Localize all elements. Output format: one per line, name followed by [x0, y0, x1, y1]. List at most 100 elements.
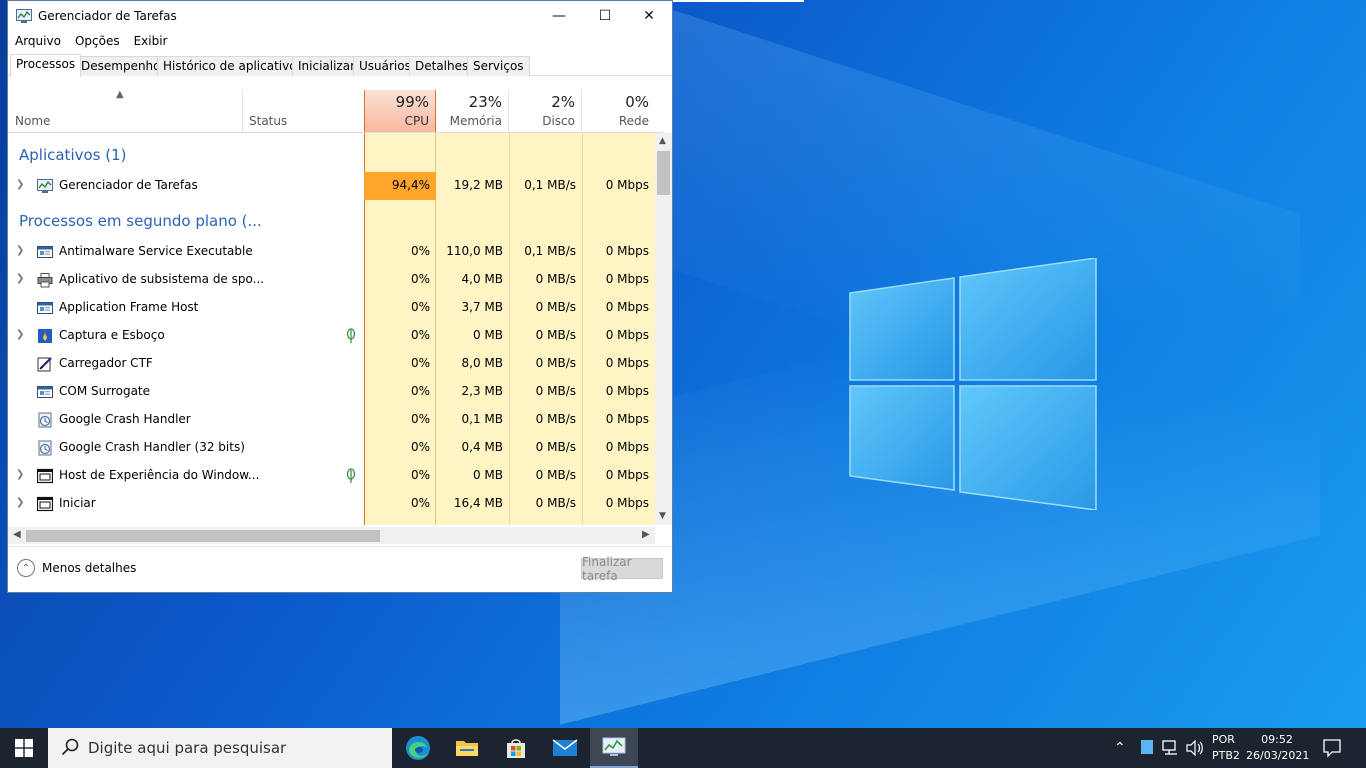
- taskbar-mail[interactable]: [541, 728, 589, 768]
- service-window-icon: [37, 246, 53, 258]
- column-header-memory[interactable]: 23% Memória: [436, 90, 509, 133]
- end-task-button[interactable]: Finalizar tarefa: [581, 555, 663, 583]
- scroll-left-icon[interactable]: ◀: [13, 529, 21, 540]
- tab-detalhes[interactable]: Detalhes: [409, 56, 475, 76]
- process-memory: 110,0 MB: [446, 244, 503, 258]
- process-cpu: 94,4%: [391, 178, 430, 192]
- maximize-button[interactable]: ☐: [582, 1, 628, 31]
- process-row[interactable]: Google Crash Handler 0% 0,1 MB 0 MB/s 0 …: [8, 406, 655, 434]
- task-manager-icon: [37, 179, 53, 193]
- title-bar[interactable]: Gerenciador de Tarefas — ☐ ✕: [8, 1, 672, 31]
- group-header-background[interactable]: Processos em segundo plano (...: [8, 207, 655, 235]
- taskbar-task-manager[interactable]: [590, 728, 638, 768]
- defender-tray-icon[interactable]: [1141, 740, 1153, 754]
- network-icon[interactable]: [1162, 740, 1180, 756]
- process-cpu: 0%: [410, 272, 430, 286]
- column-header-disk[interactable]: 2% Disco: [509, 90, 582, 133]
- process-cpu: 0%: [410, 384, 430, 398]
- menu-exibir[interactable]: Exibir: [127, 32, 175, 52]
- expand-chevron-icon[interactable]: ❯: [16, 273, 24, 284]
- pen-icon: [37, 357, 52, 372]
- column-header-network[interactable]: 0% Rede: [582, 90, 655, 133]
- start-button[interactable]: [0, 728, 48, 768]
- scroll-down-icon[interactable]: ▼: [659, 511, 666, 521]
- close-button[interactable]: ✕: [626, 1, 672, 31]
- network-total-pct: 0%: [625, 93, 649, 111]
- column-header-name[interactable]: Nome: [15, 114, 50, 128]
- tab-historico[interactable]: Histórico de aplicativos: [157, 56, 309, 76]
- disk-label: Disco: [542, 114, 575, 128]
- input-language[interactable]: POR PTB2: [1212, 732, 1240, 764]
- windows-start-icon: [15, 739, 33, 757]
- folder-icon: [456, 741, 478, 756]
- horizontal-scrollbar[interactable]: ◀ ▶: [8, 527, 655, 544]
- process-row[interactable]: Carregador CTF 0% 8,0 MB 0 MB/s 0 Mbps: [8, 350, 655, 378]
- taskbar-edge[interactable]: [394, 728, 442, 768]
- process-disk: 0 MB/s: [535, 412, 576, 426]
- tab-servicos[interactable]: Serviços: [467, 56, 530, 76]
- taskbar-store[interactable]: [492, 728, 540, 768]
- taskbar-clock[interactable]: 09:52 26/03/2021: [1246, 732, 1309, 764]
- search-placeholder: Digite aqui para pesquisar: [88, 739, 287, 757]
- process-row[interactable]: Application Frame Host 0% 3,7 MB 0 MB/s …: [8, 294, 655, 322]
- menu-arquivo[interactable]: Arquivo: [8, 32, 68, 52]
- cpu-total-pct: 99%: [395, 93, 429, 111]
- process-memory: 0,4 MB: [461, 440, 503, 454]
- process-disk: 0 MB/s: [535, 496, 576, 510]
- process-memory: 16,4 MB: [453, 496, 503, 510]
- task-manager-window: Gerenciador de Tarefas — ☐ ✕ Arquivo Opç…: [7, 0, 673, 593]
- scroll-thumb[interactable]: [26, 530, 380, 542]
- language-code: POR: [1212, 733, 1235, 746]
- process-network: 0 Mbps: [605, 440, 649, 454]
- menu-opcoes[interactable]: Opções: [68, 32, 127, 52]
- notification-center-icon[interactable]: [1318, 736, 1346, 760]
- process-row[interactable]: ❯ Host de Experiência do Window... 0% 0 …: [8, 462, 655, 490]
- expand-chevron-icon[interactable]: ❯: [16, 329, 24, 340]
- process-name: Antimalware Service Executable: [59, 244, 253, 258]
- process-network: 0 Mbps: [605, 300, 649, 314]
- memory-total-pct: 23%: [468, 93, 502, 111]
- expand-chevron-icon[interactable]: ❯: [16, 469, 24, 480]
- column-header-status[interactable]: Status: [249, 114, 287, 128]
- tray-show-hidden[interactable]: ⌃: [1114, 728, 1126, 768]
- tab-desempenho[interactable]: Desempenho: [75, 56, 167, 76]
- group-title: Aplicativos (1): [19, 146, 127, 164]
- process-row[interactable]: ❯ Aplicativo de subsistema de spo... 0% …: [8, 266, 655, 294]
- process-name: Carregador CTF: [59, 356, 153, 370]
- column-header-cpu[interactable]: 99% CPU: [364, 90, 436, 133]
- minimize-button[interactable]: —: [536, 1, 582, 31]
- process-cpu: 0%: [410, 496, 430, 510]
- process-memory: 8,0 MB: [461, 356, 503, 370]
- process-row[interactable]: ❯ Gerenciador de Tarefas 94,4% 19,2 MB 0…: [8, 172, 655, 200]
- tab-processos[interactable]: Processos: [10, 54, 82, 77]
- group-header-apps[interactable]: Aplicativos (1): [8, 141, 655, 169]
- scroll-right-icon[interactable]: ▶: [642, 529, 650, 540]
- process-row[interactable]: COM Surrogate 0% 2,3 MB 0 MB/s 0 Mbps: [8, 378, 655, 406]
- process-name: Captura e Esboço: [59, 328, 165, 342]
- maximize-icon: ☐: [598, 8, 612, 24]
- process-row[interactable]: ❯ Captura e Esboço 0% 0 MB 0 MB/s 0 Mbps: [8, 322, 655, 350]
- chevron-up-circle-icon[interactable]: ⌃: [17, 559, 35, 577]
- process-row[interactable]: ❯ Iniciar 0% 16,4 MB 0 MB/s 0 Mbps: [8, 490, 655, 518]
- less-details-link[interactable]: Menos detalhes: [42, 561, 136, 575]
- tab-inicializar[interactable]: Inicializar: [292, 56, 362, 76]
- process-name: Host de Experiência do Window...: [59, 468, 260, 482]
- taskbar-search-box[interactable]: Digite aqui para pesquisar: [48, 728, 392, 768]
- process-row[interactable]: ❯ Antimalware Service Executable 0% 110,…: [8, 238, 655, 266]
- scroll-up-icon[interactable]: ▲: [659, 136, 666, 146]
- tab-usuarios[interactable]: Usuários: [353, 56, 417, 76]
- expand-chevron-icon[interactable]: ❯: [16, 497, 24, 508]
- process-disk: 0 MB/s: [535, 272, 576, 286]
- process-memory: 0,1 MB: [461, 412, 503, 426]
- volume-icon[interactable]: [1186, 740, 1204, 756]
- process-cpu: 0%: [410, 356, 430, 370]
- scroll-thumb[interactable]: [657, 151, 670, 195]
- process-row[interactable]: Google Crash Handler (32 bits) 0% 0,4 MB…: [8, 434, 655, 462]
- vertical-scrollbar[interactable]: ▲ ▼: [655, 133, 672, 525]
- expand-chevron-icon[interactable]: ❯: [16, 245, 24, 256]
- taskbar-file-explorer[interactable]: [443, 728, 491, 768]
- footer-bar: ⌃ Menos detalhes Finalizar tarefa: [8, 546, 672, 592]
- process-name: Iniciar: [59, 496, 96, 510]
- expand-chevron-icon[interactable]: ❯: [16, 179, 24, 190]
- process-network: 0 Mbps: [605, 496, 649, 510]
